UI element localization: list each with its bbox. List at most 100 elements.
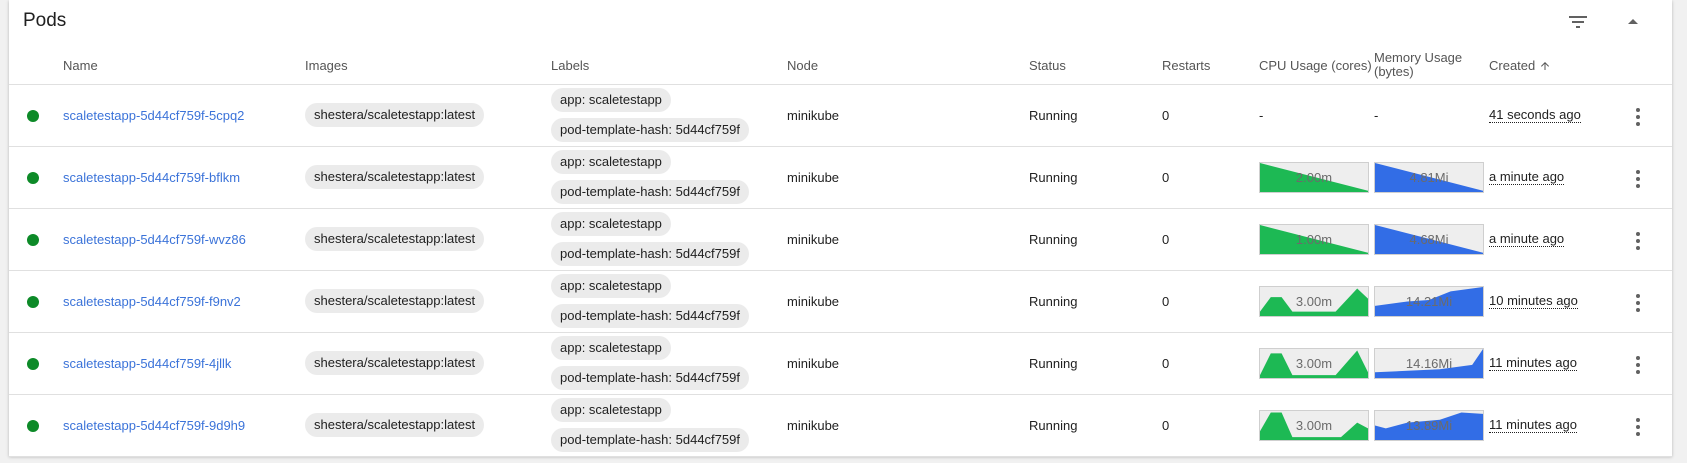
restarts-cell: 0	[1162, 294, 1170, 309]
column-header-memory-line2: (bytes)	[1374, 64, 1414, 79]
card-title: Pods	[23, 10, 67, 31]
status-running-icon	[27, 172, 39, 184]
label-chip-app: app: scaletestapp	[551, 274, 671, 298]
more-vert-icon[interactable]	[1626, 105, 1650, 129]
label-chip-template-hash: pod-template-hash: 5d44cf759f	[551, 242, 749, 266]
memory-usage-value: 14.16Mi	[1405, 356, 1453, 371]
table-row: scaletestapp-5d44cf759f-9d9h9 shestera/s…	[9, 395, 1672, 457]
cpu-sparkline: 1.00m	[1259, 224, 1369, 255]
column-header-cpu: CPU Usage (cores)	[1259, 58, 1372, 73]
node-cell: minikube	[787, 108, 840, 123]
pods-card: Pods Name Images Labels Node Status Rest…	[9, 0, 1672, 457]
created-cell: a minute ago	[1489, 231, 1565, 247]
table-row: scaletestapp-5d44cf759f-f9nv2 shestera/s…	[9, 271, 1672, 333]
table-row: scaletestapp-5d44cf759f-bflkm shestera/s…	[9, 147, 1672, 209]
status-running-icon	[27, 110, 39, 122]
column-header-status: Status	[1029, 58, 1066, 73]
label-chip-app: app: scaletestapp	[551, 336, 671, 360]
created-cell: 41 seconds ago	[1489, 107, 1581, 123]
pod-name-cell: scaletestapp-5d44cf759f-9d9h9	[63, 418, 245, 433]
column-header-created-label: Created	[1489, 58, 1536, 73]
status-cell: Running	[1029, 294, 1078, 309]
pod-name-cell: scaletestapp-5d44cf759f-5cpq2	[63, 108, 244, 123]
pod-name-cell: scaletestapp-5d44cf759f-bflkm	[63, 170, 240, 185]
memory-usage-value: 13.89Mi	[1405, 418, 1453, 433]
created-cell: a minute ago	[1489, 169, 1565, 185]
label-chip-template-hash: pod-template-hash: 5d44cf759f	[551, 118, 749, 142]
pod-name-link[interactable]: scaletestapp-5d44cf759f-5cpq2	[63, 108, 244, 123]
table-row: scaletestapp-5d44cf759f-wvz86 shestera/s…	[9, 209, 1672, 271]
created-cell: 11 minutes ago	[1489, 417, 1577, 433]
node-cell: minikube	[787, 232, 840, 247]
restarts-cell: 0	[1162, 356, 1170, 371]
restarts-cell: 0	[1162, 232, 1170, 247]
table-row: scaletestapp-5d44cf759f-5cpq2 shestera/s…	[9, 85, 1672, 147]
arrow-upward-icon[interactable]	[1539, 60, 1551, 75]
status-cell: Running	[1029, 356, 1078, 371]
label-chip-app: app: scaletestapp	[551, 150, 671, 174]
status-running-icon	[27, 234, 39, 246]
cpu-usage-value: 3.00m	[1295, 294, 1333, 309]
cpu-sparkline: 3.00m	[1259, 410, 1369, 441]
pod-name-link[interactable]: scaletestapp-5d44cf759f-wvz86	[63, 232, 246, 247]
cpu-sparkline: 2.00m	[1259, 162, 1369, 193]
more-vert-icon[interactable]	[1626, 229, 1650, 253]
memory-sparkline: 14.21Mi	[1374, 286, 1484, 317]
memory-usage-value: 4.81Mi	[1409, 170, 1449, 185]
cpu-usage-value: -	[1259, 108, 1264, 123]
pod-name-link[interactable]: scaletestapp-5d44cf759f-f9nv2	[63, 294, 241, 309]
more-vert-icon[interactable]	[1626, 353, 1650, 377]
pod-name-link[interactable]: scaletestapp-5d44cf759f-9d9h9	[63, 418, 245, 433]
column-header-name[interactable]: Name	[63, 58, 98, 73]
status-running-icon	[27, 420, 39, 432]
memory-sparkline: 13.89Mi	[1374, 410, 1484, 441]
filter-list-icon[interactable]	[1566, 10, 1590, 34]
image-chip: shestera/scaletestapp:latest	[305, 351, 485, 375]
column-header-memory-line1: Memory Usage	[1374, 50, 1463, 65]
cpu-sparkline: 3.00m	[1259, 348, 1369, 379]
column-header-created[interactable]: Created	[1489, 58, 1551, 75]
image-chip: shestera/scaletestapp:latest	[305, 227, 485, 251]
label-chip-template-hash: pod-template-hash: 5d44cf759f	[551, 304, 749, 328]
node-cell: minikube	[787, 418, 840, 433]
column-header-restarts: Restarts	[1162, 58, 1211, 73]
node-cell: minikube	[787, 356, 840, 371]
pods-table: Name Images Labels Node Status Restarts …	[9, 49, 1672, 457]
expand-less-icon[interactable]	[1621, 10, 1645, 34]
column-header-images: Images	[305, 58, 348, 73]
more-vert-icon[interactable]	[1626, 167, 1650, 191]
memory-usage-value: 14.21Mi	[1405, 294, 1453, 309]
column-header-labels: Labels	[551, 58, 590, 73]
pod-name-link[interactable]: scaletestapp-5d44cf759f-bflkm	[63, 170, 240, 185]
memory-usage-value: 4.68Mi	[1409, 232, 1449, 247]
label-chip-app: app: scaletestapp	[551, 212, 671, 236]
status-running-icon	[27, 296, 39, 308]
memory-sparkline: 14.16Mi	[1374, 348, 1484, 379]
column-header-node: Node	[787, 58, 819, 73]
label-chip-template-hash: pod-template-hash: 5d44cf759f	[551, 180, 749, 204]
more-vert-icon[interactable]	[1626, 415, 1650, 439]
more-vert-icon[interactable]	[1626, 291, 1650, 315]
label-chip-app: app: scaletestapp	[551, 398, 671, 422]
cpu-sparkline: 3.00m	[1259, 286, 1369, 317]
created-cell: 10 minutes ago	[1489, 293, 1578, 309]
cpu-usage-value: 3.00m	[1295, 418, 1333, 433]
memory-sparkline: 4.81Mi	[1374, 162, 1484, 193]
pod-name-cell: scaletestapp-5d44cf759f-wvz86	[63, 232, 246, 247]
cpu-usage-value: 1.00m	[1295, 232, 1333, 247]
image-chip: shestera/scaletestapp:latest	[305, 289, 485, 313]
label-chip-template-hash: pod-template-hash: 5d44cf759f	[551, 366, 749, 390]
image-chip: shestera/scaletestapp:latest	[305, 413, 485, 437]
cpu-usage-value: 2.00m	[1295, 170, 1333, 185]
pod-name-cell: scaletestapp-5d44cf759f-f9nv2	[63, 294, 241, 309]
pod-name-link[interactable]: scaletestapp-5d44cf759f-4jllk	[63, 356, 231, 371]
restarts-cell: 0	[1162, 170, 1170, 185]
image-chip: shestera/scaletestapp:latest	[305, 103, 485, 127]
status-cell: Running	[1029, 418, 1078, 433]
created-cell: 11 minutes ago	[1489, 355, 1577, 371]
image-chip: shestera/scaletestapp:latest	[305, 165, 485, 189]
status-running-icon	[27, 358, 39, 370]
restarts-cell: 0	[1162, 108, 1170, 123]
label-chip-template-hash: pod-template-hash: 5d44cf759f	[551, 428, 749, 452]
cpu-usage-value: 3.00m	[1295, 356, 1333, 371]
